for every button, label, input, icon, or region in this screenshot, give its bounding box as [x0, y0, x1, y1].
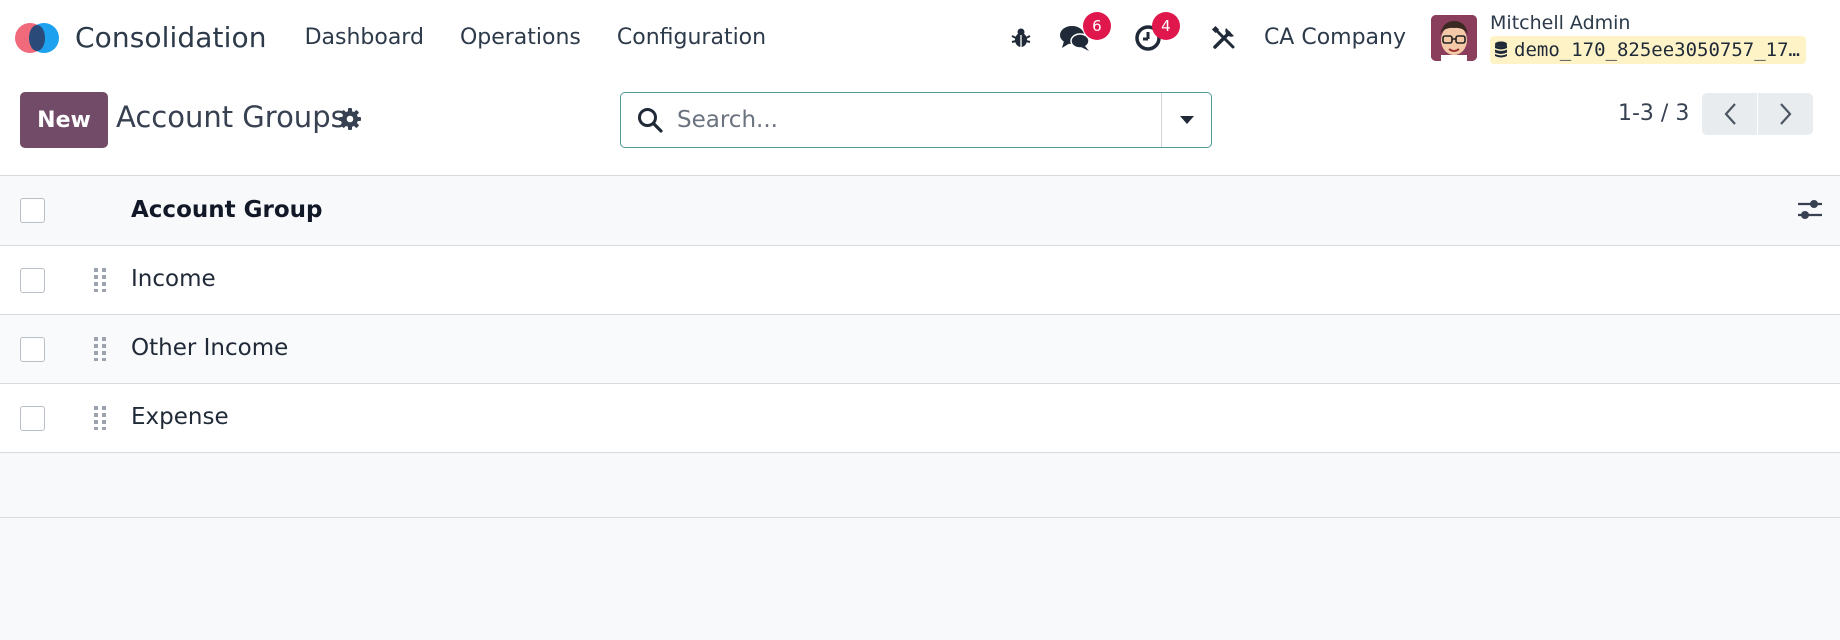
- select-all-checkbox[interactable]: [20, 198, 45, 223]
- tools-icon: [1211, 25, 1235, 49]
- search-options-toggle[interactable]: [1161, 93, 1211, 147]
- chevron-left-icon: [1724, 103, 1736, 125]
- control-panel: New Account Groups 1-3 / 3: [0, 75, 1840, 176]
- page-title: Account Groups: [116, 100, 346, 134]
- menu-operations[interactable]: Operations: [460, 25, 581, 50]
- account-groups-list: Account Group Income Other Income Expens…: [0, 176, 1840, 518]
- list-header: Account Group: [0, 176, 1840, 246]
- table-row[interactable]: Other Income: [0, 315, 1840, 384]
- messages-count-badge: 6: [1082, 11, 1111, 40]
- menu-dashboard[interactable]: Dashboard: [305, 25, 424, 50]
- row-checkbox[interactable]: [20, 337, 45, 362]
- user-menu[interactable]: Mitchell Admin demo_170_825ee3050757_17…: [1490, 0, 1806, 75]
- pager-value[interactable]: 1-3 / 3: [1618, 101, 1689, 126]
- database-tag: demo_170_825ee3050757_17…: [1490, 35, 1806, 64]
- database-name: demo_170_825ee3050757_17…: [1514, 38, 1800, 61]
- pager-next-button[interactable]: [1758, 93, 1813, 135]
- app-name: Consolidation: [75, 21, 267, 54]
- company-switcher[interactable]: CA Company: [1264, 25, 1406, 50]
- optional-columns-icon[interactable]: [1797, 198, 1823, 226]
- row-checkbox[interactable]: [20, 268, 45, 293]
- search-icon: [638, 108, 663, 133]
- menu-configuration[interactable]: Configuration: [617, 25, 766, 50]
- messages-button[interactable]: 6: [1058, 11, 1111, 53]
- search-input[interactable]: [677, 107, 1157, 133]
- app-brand[interactable]: Consolidation: [15, 21, 267, 55]
- column-header-account-group[interactable]: Account Group: [131, 197, 322, 223]
- drag-handle-icon[interactable]: [94, 406, 108, 434]
- table-row[interactable]: Income: [0, 246, 1840, 315]
- row-checkbox[interactable]: [20, 406, 45, 431]
- debug-bug-icon[interactable]: [1008, 25, 1034, 51]
- consolidation-logo-icon: [15, 21, 62, 55]
- user-avatar[interactable]: [1431, 14, 1478, 61]
- caret-down-icon: [1179, 116, 1194, 124]
- drag-handle-icon[interactable]: [94, 268, 108, 296]
- account-group-cell: Income: [131, 266, 216, 292]
- drag-handle-icon[interactable]: [94, 337, 108, 365]
- user-name: Mitchell Admin: [1490, 11, 1631, 34]
- table-row[interactable]: Expense: [0, 384, 1840, 453]
- activities-button[interactable]: 4: [1133, 11, 1180, 53]
- top-navbar: Consolidation Dashboard Operations Confi…: [0, 0, 1840, 75]
- chevron-right-icon: [1779, 103, 1791, 125]
- new-button[interactable]: New: [20, 92, 108, 148]
- navbar-systray: 6 4 CA Company Mitchell Admin demo_170_8…: [1008, 0, 1840, 75]
- pager-previous-button[interactable]: [1702, 93, 1757, 135]
- search-bar: [620, 92, 1212, 148]
- account-group-cell: Other Income: [131, 335, 289, 361]
- tools-button[interactable]: [1210, 24, 1238, 52]
- list-empty-row: [0, 453, 1840, 518]
- main-menu: Dashboard Operations Configuration: [287, 25, 785, 50]
- activities-count-badge: 4: [1151, 11, 1180, 40]
- actions-gear-icon[interactable]: [339, 108, 361, 134]
- account-group-cell: Expense: [131, 404, 229, 430]
- database-icon: [1495, 41, 1508, 57]
